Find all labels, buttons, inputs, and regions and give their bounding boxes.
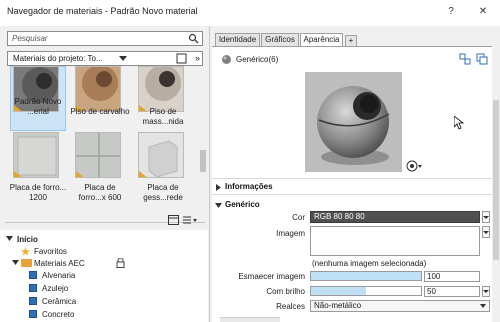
tree-item-azulejo[interactable]: Azulejo <box>42 284 68 293</box>
material-thumbnail <box>75 66 121 112</box>
library-header[interactable]: Materiais do projeto: To... » <box>7 51 203 66</box>
color-swatch-value: RGB 80 80 80 <box>311 212 479 222</box>
expand-panel-icon[interactable]: » <box>195 53 200 63</box>
tab-identidade[interactable]: Identidade <box>215 33 260 46</box>
library-header-label: Materiais do projeto: To... <box>13 54 103 63</box>
search-input[interactable]: Pesquisar <box>7 31 203 46</box>
add-asset-button[interactable]: + <box>345 35 357 46</box>
section-divider <box>212 178 492 179</box>
collapse-arrow-icon[interactable] <box>215 203 222 209</box>
material-label: Placa de forro... 1200 <box>9 183 67 202</box>
highlights-select[interactable]: Não-metálico <box>310 300 490 312</box>
fade-label: Esmaecer imagem <box>238 272 305 281</box>
title-bar: Navegador de materiais - Padrão Novo mat… <box>0 0 500 26</box>
panel-layout-icon[interactable] <box>168 215 179 225</box>
material-tile-piso-massa[interactable] <box>138 66 188 112</box>
folder-icon <box>21 259 32 267</box>
color-dropdown-button[interactable] <box>482 211 490 223</box>
duplicate-asset-icon[interactable] <box>476 53 488 65</box>
fade-slider-fill <box>311 272 421 280</box>
image-label: Imagem <box>276 229 305 238</box>
gloss-label: Com brilho <box>266 287 305 296</box>
material-label: Padrão Novo ...erial <box>14 97 62 116</box>
replace-asset-icon[interactable] <box>459 53 471 65</box>
material-folder-icon <box>29 271 37 279</box>
mouse-cursor-icon <box>454 116 464 130</box>
section-generico[interactable]: Genérico <box>225 200 260 209</box>
asset-name: Genérico(6) <box>236 55 279 64</box>
close-button[interactable]: ✕ <box>476 5 490 19</box>
chevron-down-icon <box>480 304 486 308</box>
image-slot[interactable] <box>310 226 480 256</box>
material-tile-placa-forro-600[interactable] <box>75 132 125 178</box>
tree-item-ceramica[interactable]: Cerâmica <box>42 297 76 306</box>
material-thumbnail <box>13 132 59 178</box>
next-section-peek <box>220 317 280 322</box>
tab-graficos[interactable]: Gráficos <box>261 33 299 46</box>
highlights-label: Realces <box>276 302 305 311</box>
image-note: (nenhuma imagem selecionada) <box>312 259 427 268</box>
collapse-arrow-icon[interactable] <box>12 260 19 266</box>
color-field[interactable]: RGB 80 80 80 <box>310 211 480 223</box>
tree-item-concreto[interactable]: Concreto <box>42 310 74 319</box>
lock-icon <box>116 258 125 268</box>
editor-scroll-thumb[interactable] <box>493 100 499 260</box>
material-folder-icon <box>29 297 37 305</box>
tree-item-alvenaria[interactable]: Alvenaria <box>42 271 75 280</box>
section-divider <box>212 194 492 195</box>
material-tile-placa-gesso[interactable] <box>138 132 188 178</box>
fade-slider[interactable] <box>310 271 422 281</box>
star-icon <box>21 247 30 256</box>
window-title: Navegador de materiais - Padrão Novo mat… <box>7 6 198 16</box>
view-options-icon[interactable] <box>176 53 187 64</box>
chevron-down-icon[interactable] <box>119 56 127 62</box>
material-thumbnail <box>138 132 184 178</box>
section-informacoes[interactable]: Informações <box>225 182 273 191</box>
gloss-slider-fill <box>311 287 366 295</box>
material-folder-icon <box>29 284 37 292</box>
list-view-icon[interactable] <box>183 215 197 225</box>
material-tile-placa-forro-1200[interactable] <box>13 132 63 178</box>
color-label: Cor <box>292 213 305 222</box>
preview-options-icon[interactable] <box>406 160 422 172</box>
asset-sphere-icon <box>222 55 231 64</box>
material-label: Piso de carvalho <box>70 107 130 116</box>
material-preview <box>305 72 402 172</box>
material-grid-scroll-thumb[interactable] <box>200 150 206 172</box>
gloss-slider[interactable] <box>310 286 422 296</box>
tree-root-inicio[interactable]: Início <box>17 235 38 244</box>
collapse-arrow-icon[interactable] <box>6 236 13 242</box>
material-thumbnail <box>75 132 121 178</box>
tab-aparencia[interactable]: Aparência <box>300 33 343 47</box>
fade-value-input[interactable]: 100 <box>424 271 480 282</box>
expand-arrow-icon[interactable] <box>216 184 222 191</box>
material-label: Piso de mass...nida <box>142 107 184 126</box>
help-button[interactable]: ? <box>444 5 458 19</box>
material-grid-scrollbar[interactable] <box>198 68 208 223</box>
highlights-value: Não-metálico <box>314 301 362 310</box>
material-label: Placa de gess...rede <box>143 183 183 202</box>
search-placeholder: Pesquisar <box>12 34 48 43</box>
search-icon[interactable] <box>188 33 199 44</box>
tree-item-materiais-aec[interactable]: Materiais AEC <box>34 259 85 268</box>
material-thumbnail <box>138 66 184 112</box>
material-tile-piso-carvalho[interactable] <box>75 66 125 112</box>
gloss-dropdown-button[interactable] <box>482 286 490 297</box>
material-label: Placa de forro...x 600 <box>78 183 122 202</box>
material-folder-icon <box>29 310 37 318</box>
gloss-value-input[interactable]: 50 <box>424 286 480 297</box>
tree-item-favoritos[interactable]: Favoritos <box>34 247 67 256</box>
image-dropdown-button[interactable] <box>482 226 490 238</box>
